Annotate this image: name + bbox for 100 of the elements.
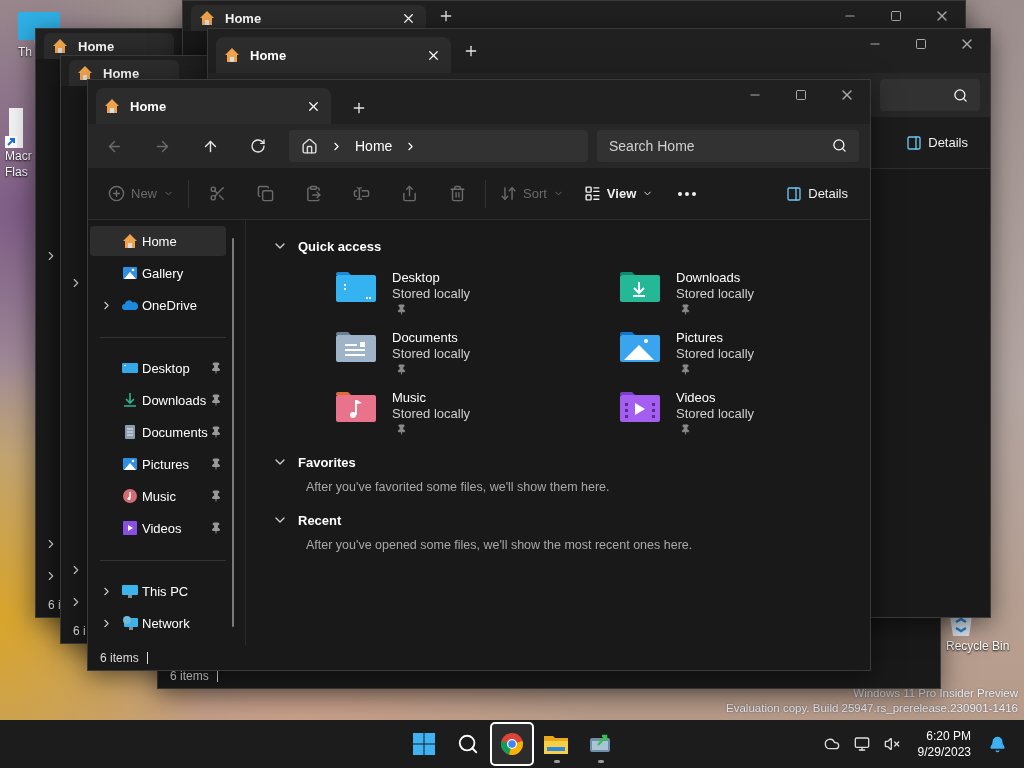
window-tab[interactable]: Home <box>96 88 331 124</box>
maximize-icon <box>915 38 927 50</box>
address-bar[interactable]: Home <box>289 130 588 162</box>
search-icon <box>832 138 847 153</box>
monitor-icon[interactable] <box>853 736 870 752</box>
os-notice-text: Evaluation copy. Build 25947.rs_prerelease.230901-1416 <box>726 701 1018 716</box>
details-button[interactable]: Details <box>776 176 858 211</box>
download-icon <box>122 392 138 408</box>
folder-icon <box>618 330 662 364</box>
breadcrumb-item[interactable]: Home <box>347 138 401 154</box>
picture-icon <box>122 265 138 281</box>
maximize-icon <box>795 89 807 101</box>
folder-icon <box>618 390 662 424</box>
view-button[interactable]: View <box>573 176 664 211</box>
list-icon <box>583 185 601 202</box>
sidebar-item[interactable]: Downloads <box>90 385 226 415</box>
pin-icon <box>210 426 222 438</box>
desktop-icon-label: Recycle Bin <box>946 638 1010 654</box>
plus-icon <box>108 185 125 202</box>
search-icon <box>457 733 479 755</box>
sidebar-item[interactable]: Videos <box>90 513 226 543</box>
sort-icon <box>500 185 517 202</box>
panel-icon <box>786 185 803 202</box>
window-tab[interactable]: Home <box>216 37 451 73</box>
folder-icon <box>618 270 662 304</box>
sidebar-item[interactable]: OneDrive <box>90 290 226 320</box>
home-icon <box>77 65 93 81</box>
pin-icon <box>210 394 222 406</box>
video-icon <box>122 520 138 536</box>
home-icon <box>224 47 240 63</box>
sidebar-item[interactable]: Pictures <box>90 449 226 479</box>
cloud-icon[interactable] <box>823 736 840 752</box>
rename-icon <box>352 185 370 202</box>
status-text: 6 i <box>73 623 86 638</box>
share-icon <box>400 185 418 202</box>
section-title: Recent <box>298 512 342 528</box>
status-text: 6 i <box>48 597 61 612</box>
plus-icon <box>438 8 454 24</box>
sidebar-item[interactable]: Desktop <box>90 353 226 383</box>
section-title: Favorites <box>298 454 356 470</box>
pin-icon <box>210 458 222 470</box>
picture-icon <box>122 456 138 472</box>
maximize-icon <box>890 10 902 22</box>
folder-icon <box>334 330 378 364</box>
more-icon <box>678 191 697 196</box>
folder-tile[interactable]: Videos Stored locally <box>618 390 818 442</box>
folder-tile[interactable]: Downloads Stored locally <box>618 270 818 322</box>
shortcut-icon <box>5 108 25 148</box>
app-icon <box>588 733 612 755</box>
pin-icon <box>210 522 222 534</box>
window-tab[interactable]: Home <box>191 5 426 31</box>
sidebar-item[interactable]: Documents <box>90 417 226 447</box>
home-icon <box>122 233 138 249</box>
mute-icon[interactable] <box>883 736 900 752</box>
scissors-icon <box>208 185 226 202</box>
empty-message: After you've opened some files, we'll show the most recent ones here. <box>306 538 694 552</box>
desktop-icon-label: Macr <box>5 148 32 164</box>
sidebar-item[interactable]: Music <box>90 481 226 511</box>
desktop-icon-label: Flas <box>5 164 28 180</box>
pin-icon <box>210 490 222 502</box>
empty-message: After you've favorited some files, we'll show them here. <box>306 480 611 494</box>
folder-icon <box>334 270 378 304</box>
folder-tile[interactable]: Documents Stored locally <box>334 330 618 382</box>
cloud-icon <box>122 297 138 313</box>
panel-icon <box>906 134 923 151</box>
start-icon <box>412 732 436 756</box>
details-button[interactable]: Details <box>896 125 978 160</box>
browser-icon <box>500 732 524 756</box>
taskbar-button[interactable] <box>490 722 534 766</box>
status-text: 6 items <box>170 668 209 683</box>
status-text: 6 items <box>100 650 139 665</box>
sidebar-item[interactable]: This PC <box>90 576 226 606</box>
document-icon <box>122 424 138 440</box>
music-icon <box>122 488 138 504</box>
clock[interactable]: 6:20 PM 9/29/2023 <box>913 728 975 760</box>
copy-icon <box>256 185 274 202</box>
home-icon <box>301 137 318 155</box>
network-icon <box>122 615 138 631</box>
folder-icon <box>543 733 569 755</box>
folder-tile[interactable]: Music Stored locally <box>334 390 618 442</box>
desktop-icon-label: Th <box>18 44 32 60</box>
folder-tile[interactable]: Pictures Stored locally <box>618 330 818 382</box>
plus-icon <box>463 43 479 59</box>
refresh-icon <box>250 138 266 154</box>
folder-tile[interactable]: Desktop Stored locally <box>334 270 618 322</box>
sidebar-item[interactable]: Gallery <box>90 258 226 288</box>
pin-icon <box>210 362 222 374</box>
search-field[interactable]: Search Home <box>597 130 859 162</box>
search-icon <box>953 87 968 103</box>
plus-icon <box>351 100 367 116</box>
notification-icon[interactable] <box>989 735 1006 753</box>
sidebar-item[interactable]: Home <box>90 226 226 256</box>
home-icon <box>52 38 68 54</box>
sidebar-item[interactable]: Network <box>90 608 226 638</box>
home-icon <box>199 10 215 26</box>
monitor-icon <box>122 360 138 376</box>
trash-icon <box>448 185 466 202</box>
folder-icon <box>334 390 378 424</box>
clipboard-icon <box>304 185 322 202</box>
search-field[interactable] <box>880 79 980 111</box>
